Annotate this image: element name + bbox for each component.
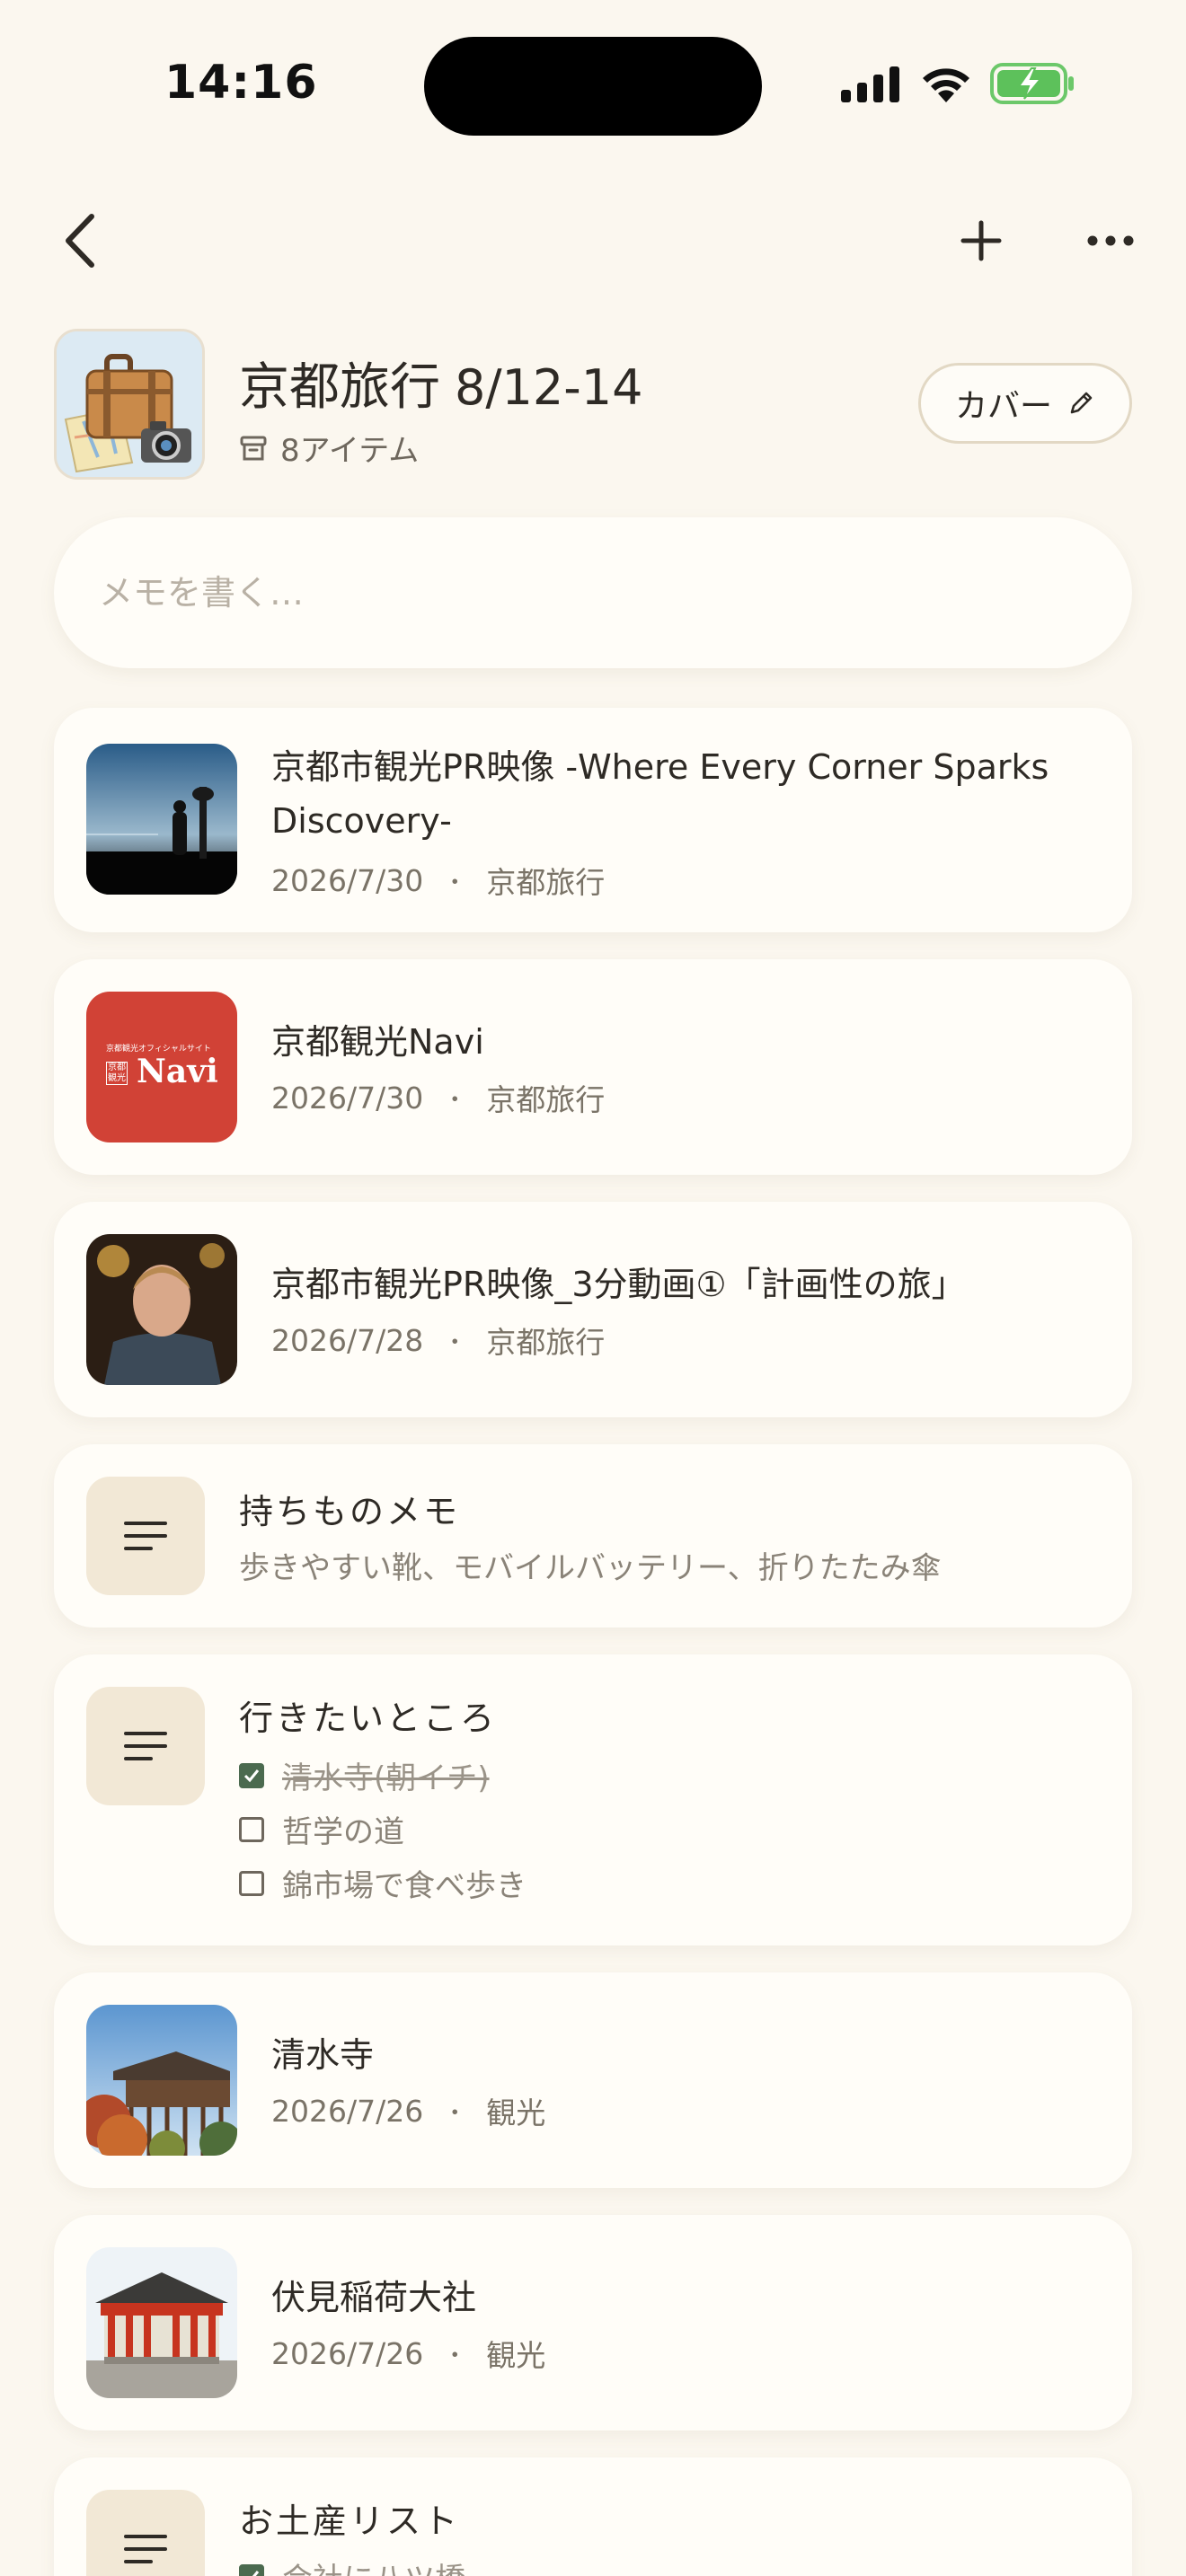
checkbox-checked[interactable] [239,2563,264,2576]
item-title: 伏見稲荷大社 [271,2278,477,2317]
checkmark-icon [243,1769,260,1782]
fushimi-inari-shrine-photo [86,2247,237,2398]
list-item[interactable]: 京都市観光PR映像_3分動画①「計画性の旅」 2026/7/28 ・ 京都旅行 [54,1202,1132,1417]
item-tag: 観光 [486,2095,546,2130]
meta-separator: ・ [443,869,467,896]
kiyomizu-temple-photo [86,2005,237,2156]
checklist-row[interactable]: 錦市場で食べ歩き [239,1861,527,1905]
checkbox-unchecked[interactable] [239,1816,264,1842]
item-date: 2026/7/30 [271,862,424,898]
checklist-label: 会社に八ツ橋 [282,2554,465,2576]
meta-separator: ・ [443,2099,467,2127]
item-meta: 2026/7/30 ・ 京都旅行 [271,859,605,902]
cover-button-label: カバー [954,388,1052,425]
checkmark-icon [245,2570,260,2576]
add-button[interactable] [952,212,1010,269]
item-date: 2026/7/26 [271,2335,424,2371]
folder-cover-image[interactable] [54,329,205,480]
plus-icon [960,220,1002,261]
checklist-row[interactable]: 清水寺(朝イチ) [239,1753,490,1797]
person-portrait-thumbnail [86,1234,237,1385]
item-count-row: 8アイテム [239,426,419,470]
item-title: 清水寺 [271,2035,375,2075]
list-item[interactable]: 京都市観光PR映像 -Where Every Corner Sparks Dis… [54,708,1132,932]
checklist-item[interactable]: 行きたいところ 清水寺(朝イチ) 哲学の道 錦市場で食べ歩き [54,1654,1132,1945]
folder-dates: 8/12-14 [455,359,643,416]
text-lines-icon [124,1732,167,1760]
checklist-label: 哲学の道 [282,1814,404,1850]
memo-input[interactable] [54,517,1132,668]
item-tag: 京都旅行 [486,1325,606,1360]
kyoto-navi-logo: 京都観光オフィシャルサイト 京都観光 Navi [86,992,237,1142]
checkbox-checked[interactable] [239,1762,264,1788]
folder-title-row: 京都旅行 8/12-14 [239,347,642,419]
wifi-icon [923,68,969,102]
checklist-label: 清水寺(朝イチ) [282,1760,490,1796]
item-date: 2026/7/26 [271,2093,424,2129]
item-meta: 2026/7/28 ・ 京都旅行 [271,1319,605,1362]
list-item[interactable]: 伏見稲荷大社 2026/7/26 ・ 観光 [54,2215,1132,2430]
item-title: 京都市観光PR映像 -Where Every Corner Sparks Dis… [271,747,1049,841]
item-meta: 2026/7/30 ・ 京都旅行 [271,1076,605,1119]
item-title: 京都観光Navi [271,1022,484,1062]
text-lines-icon [124,1522,167,1550]
checklist-row[interactable]: 会社に八ツ橋 [239,2554,465,2576]
checklist-row[interactable]: 哲学の道 [239,1807,404,1851]
portrait-image [86,1234,237,1385]
text-lines-icon [124,2535,167,2563]
back-button[interactable] [52,208,106,273]
note-icon-box [86,1687,205,1805]
battery-charging-icon [990,63,1074,104]
checklist-title: 行きたいところ [239,1698,498,1738]
checklist-item[interactable]: お土産リスト 会社に八ツ橋 [54,2457,1132,2576]
item-tag: 京都旅行 [486,1082,606,1117]
kyoto-tower-video-thumbnail [86,744,237,895]
logo-box-text: 京都観光 [106,1062,128,1085]
travel-suitcase-icon [57,331,202,477]
item-date: 2026/7/28 [271,1322,424,1358]
shrine-photo-image [86,2247,237,2398]
edit-cover-button[interactable]: カバー [918,363,1132,444]
status-icons [839,63,1075,104]
ellipsis-icon [1087,235,1134,246]
chevron-left-icon [66,214,94,268]
status-bar: 14:16 [0,0,1186,171]
note-icon-box [86,2490,205,2576]
more-button[interactable] [1082,212,1139,269]
item-count: 8アイテム [280,433,420,469]
pencil-icon [1070,392,1093,414]
archive-box-icon [240,436,267,460]
logo-navi-text: Navi [137,1053,218,1090]
item-meta: 2026/7/26 ・ 観光 [271,2332,545,2375]
list-item[interactable]: 京都観光オフィシャルサイト 京都観光 Navi 京都観光Navi 2026/7/… [54,959,1132,1175]
meta-separator: ・ [443,1328,467,1356]
checklist-title: お土産リスト [239,2501,461,2541]
cellular-signal-icon [841,66,899,102]
item-tag: 京都旅行 [486,865,606,900]
list-item[interactable]: 清水寺 2026/7/26 ・ 観光 [54,1972,1132,2188]
note-title: 持ちものメモ [239,1492,461,1531]
checkbox-unchecked[interactable] [239,1870,264,1896]
dynamic-island [424,37,762,136]
note-icon-box [86,1477,205,1595]
item-meta: 2026/7/26 ・ 観光 [271,2089,545,2132]
item-title: 京都市観光PR映像_3分動画①「計画性の旅」 [271,1265,966,1304]
temple-photo-image [86,2005,237,2156]
meta-separator: ・ [443,2342,467,2369]
note-body: 歩きやすい靴、モバイルバッテリー、折りたたみ傘 [239,1550,942,1586]
checklist-label: 錦市場で食べ歩き [282,1868,527,1904]
item-date: 2026/7/30 [271,1080,424,1116]
status-time: 14:16 [164,56,318,110]
item-tag: 観光 [486,2338,546,2373]
meta-separator: ・ [443,1086,467,1114]
video-thumbnail-image [86,744,237,895]
note-item[interactable]: 持ちものメモ 歩きやすい靴、モバイルバッテリー、折りたたみ傘 [54,1444,1132,1628]
folder-title: 京都旅行 [239,358,440,417]
